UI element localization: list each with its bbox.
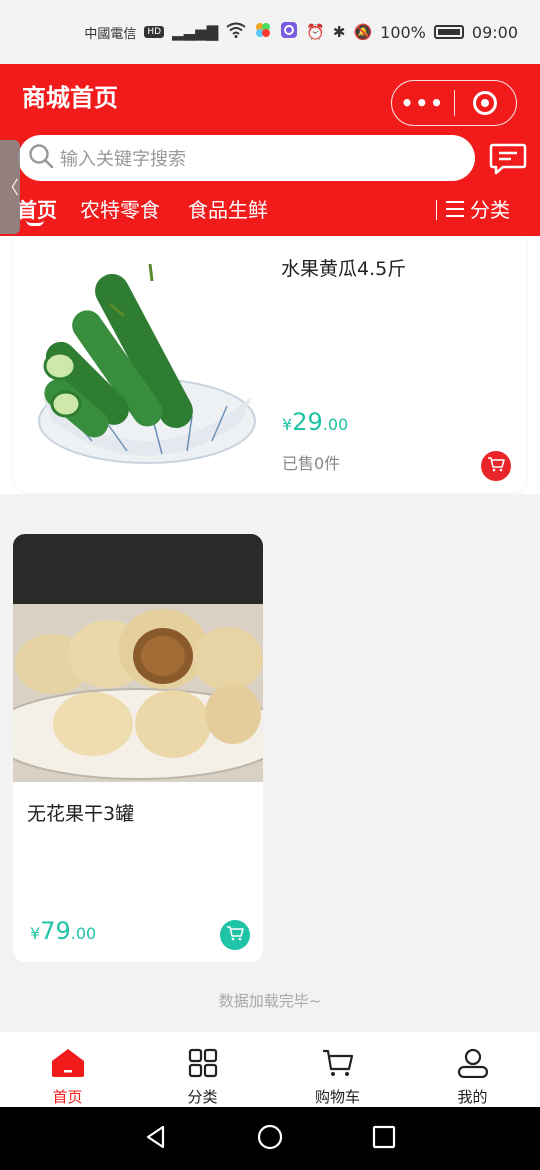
category-label: 分类 xyxy=(470,198,510,222)
miniprogram-capsule: ••• xyxy=(391,80,517,126)
search-icon xyxy=(28,143,54,173)
nav-cart[interactable]: 购物车 xyxy=(270,1032,405,1107)
wifi-icon xyxy=(226,22,246,42)
category-button[interactable]: 分类 xyxy=(446,194,510,223)
battery-icon xyxy=(433,25,464,39)
product-name[interactable]: 水果黄瓜4.5斤 xyxy=(281,254,406,281)
app-notification-icon xyxy=(254,21,272,43)
carrier-name: 中國電信 xyxy=(84,26,137,42)
search-bar[interactable]: 输入关键字搜索 xyxy=(18,135,475,181)
product-card[interactable]: 无花果干3罐 ¥79.00 xyxy=(13,534,263,962)
sold-count: 已售0件 xyxy=(282,454,341,473)
grid-icon xyxy=(188,1048,218,1082)
menu-icon xyxy=(446,200,464,217)
nav-home[interactable]: 首页 xyxy=(0,1032,135,1107)
tab-home[interactable]: 首页 xyxy=(17,194,57,223)
cart-icon xyxy=(226,925,244,945)
mute-icon: 🔕 xyxy=(353,23,373,41)
cart-icon xyxy=(487,456,505,476)
page-title: 商城首页 xyxy=(22,84,118,112)
recent-apps-icon[interactable] xyxy=(371,1124,397,1154)
more-options-icon[interactable]: ••• xyxy=(392,91,454,115)
active-tab-indicator xyxy=(26,220,44,226)
bottom-nav: 首页 分类 购物车 我的 xyxy=(0,1032,540,1107)
product-price: ¥79.00 xyxy=(30,917,97,945)
product-image-cucumber[interactable] xyxy=(32,256,262,476)
home-icon xyxy=(51,1048,85,1082)
alarm-icon: ⏰ xyxy=(306,23,325,41)
app-header: 商城首页 ••• 输入关键字搜索 首页 农特零食 食品生鲜 分类 xyxy=(0,64,540,236)
message-icon[interactable] xyxy=(489,142,527,180)
side-collapse-tab[interactable]: 〈 xyxy=(0,140,20,234)
product-name[interactable]: 无花果干3罐 xyxy=(27,799,134,826)
nav-category-label: 分类 xyxy=(187,1088,218,1106)
clock: 09:00 xyxy=(471,22,518,42)
status-bar: 中國電信 HD ▂▃▅▇ ⏰ ✱ 🔕 100% 09:00 xyxy=(0,0,540,64)
app-notification-icon-2 xyxy=(280,21,298,43)
nav-cart-label: 购物车 xyxy=(314,1088,360,1106)
user-icon xyxy=(457,1048,489,1082)
product-card[interactable]: 水果黄瓜4.5斤 ¥29.00 已售0件 xyxy=(14,236,526,492)
add-to-cart-button[interactable] xyxy=(220,920,250,950)
tab-fresh-food[interactable]: 食品生鲜 xyxy=(188,194,268,223)
tab-snacks[interactable]: 农特零食 xyxy=(80,194,160,223)
load-complete-text: 数据加载完毕~ xyxy=(218,992,322,1010)
system-nav-bar xyxy=(0,1107,540,1170)
add-to-cart-button[interactable] xyxy=(481,451,511,481)
close-miniprogram-icon[interactable] xyxy=(454,91,516,115)
category-tabs: 首页 农特零食 食品生鲜 分类 xyxy=(0,188,540,232)
home-circle-icon[interactable] xyxy=(256,1123,284,1155)
nav-profile-label: 我的 xyxy=(457,1088,488,1106)
bluetooth-icon: ✱ xyxy=(332,23,346,41)
back-icon[interactable] xyxy=(143,1124,169,1154)
cart-icon xyxy=(322,1048,354,1082)
product-image-figs[interactable] xyxy=(13,534,263,782)
signal-icon: ▂▃▅▇ xyxy=(172,23,219,41)
nav-home-label: 首页 xyxy=(52,1088,83,1106)
battery-percent: 100% xyxy=(380,22,426,42)
nav-profile[interactable]: 我的 xyxy=(405,1032,540,1107)
nav-category[interactable]: 分类 xyxy=(135,1032,270,1107)
hd-badge: HD xyxy=(144,26,165,38)
search-input[interactable]: 输入关键字搜索 xyxy=(60,145,186,171)
tab-divider xyxy=(436,200,437,220)
product-price: ¥29.00 xyxy=(282,408,349,436)
